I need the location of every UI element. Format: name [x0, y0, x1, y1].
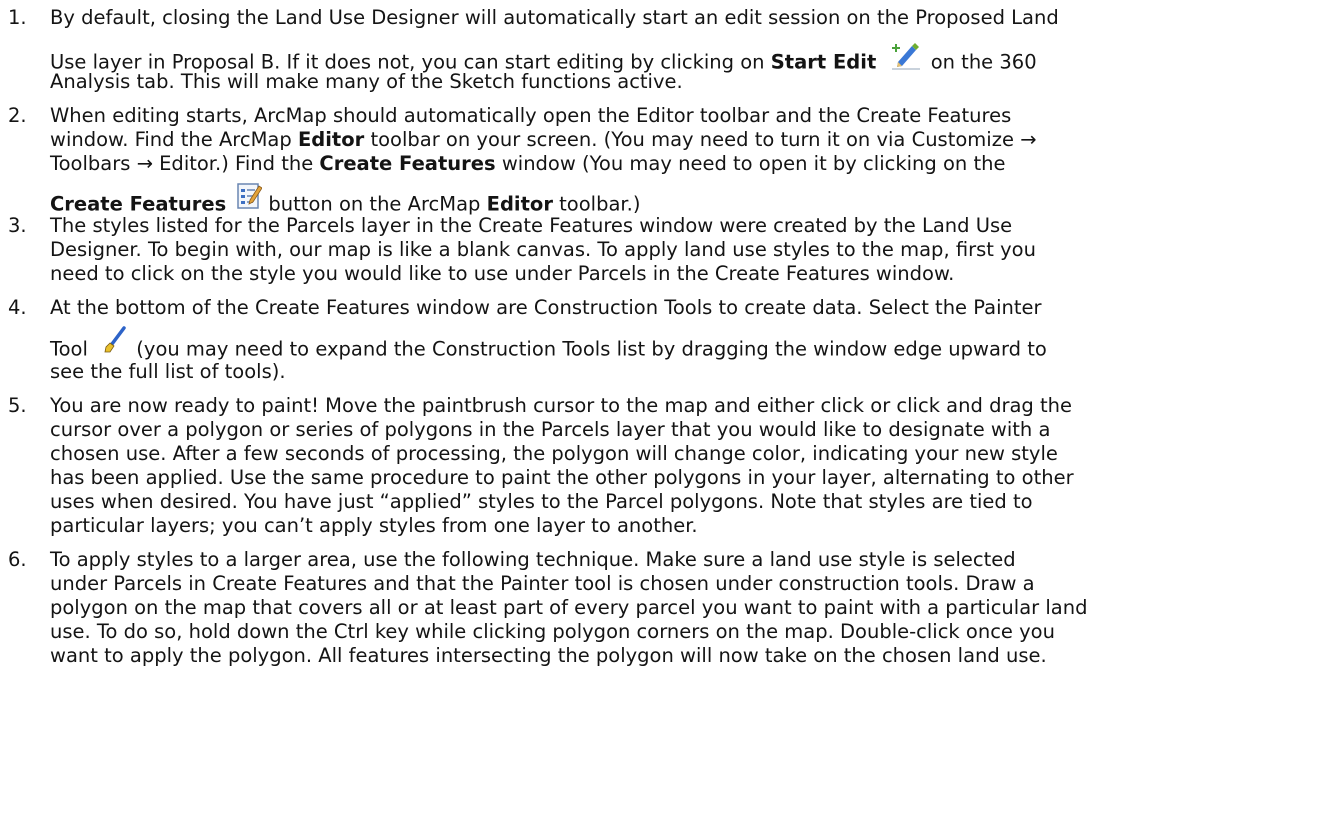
text-line: want to apply the polygon. All features … — [50, 644, 1047, 667]
list-number: 5. — [8, 394, 27, 417]
start-edit-label: Start Edit — [770, 50, 877, 74]
text-line: When editing starts, ArcMap should autom… — [50, 104, 1012, 127]
text-line: has been applied. Use the same procedure… — [50, 466, 1074, 489]
text-line: under Parcels in Create Features and tha… — [50, 572, 1035, 595]
text-line: window. Find the ArcMap Editor toolbar o… — [50, 128, 1037, 151]
start-edit-icon — [888, 38, 925, 72]
create-features-icon — [236, 180, 263, 210]
text-line: cursor over a polygon or series of polyg… — [50, 418, 1051, 441]
list-number: 4. — [8, 296, 27, 319]
text-line: By default, closing the Land Use Designe… — [50, 6, 1059, 29]
text-line: You are now ready to paint! Move the pai… — [50, 394, 1072, 417]
text-line: polygon on the map that covers all or at… — [50, 596, 1088, 619]
text-line: At the bottom of the Create Features win… — [50, 296, 1042, 319]
text-line: Toolbars → Editor.) Find the Create Feat… — [50, 152, 1006, 175]
text-line: Analysis tab. This will make many of the… — [50, 70, 683, 93]
editor-label: Editor — [486, 192, 553, 216]
text-line: To apply styles to a larger area, use th… — [50, 548, 1016, 571]
text-line: chosen use. After a few seconds of proce… — [50, 442, 1058, 465]
list-number: 6. — [8, 548, 27, 571]
painter-tool-icon — [102, 326, 128, 354]
list-number: 2. — [8, 104, 27, 127]
text-line: particular layers; you can’t apply style… — [50, 514, 698, 537]
list-number: 1. — [8, 6, 27, 29]
list-number: 3. — [8, 214, 27, 237]
create-features-label: Create Features — [50, 192, 227, 216]
text-line: need to click on the style you would lik… — [50, 262, 955, 285]
text-line: use. To do so, hold down the Ctrl key wh… — [50, 620, 1055, 643]
text-line: The styles listed for the Parcels layer … — [50, 214, 1013, 237]
text-line: see the full list of tools). — [50, 360, 286, 383]
text-line: Designer. To begin with, our map is like… — [50, 238, 1036, 261]
editor-label: Editor — [297, 128, 365, 151]
text-line: uses when desired. You have just “applie… — [50, 490, 1033, 513]
create-features-label: Create Features — [319, 152, 496, 175]
